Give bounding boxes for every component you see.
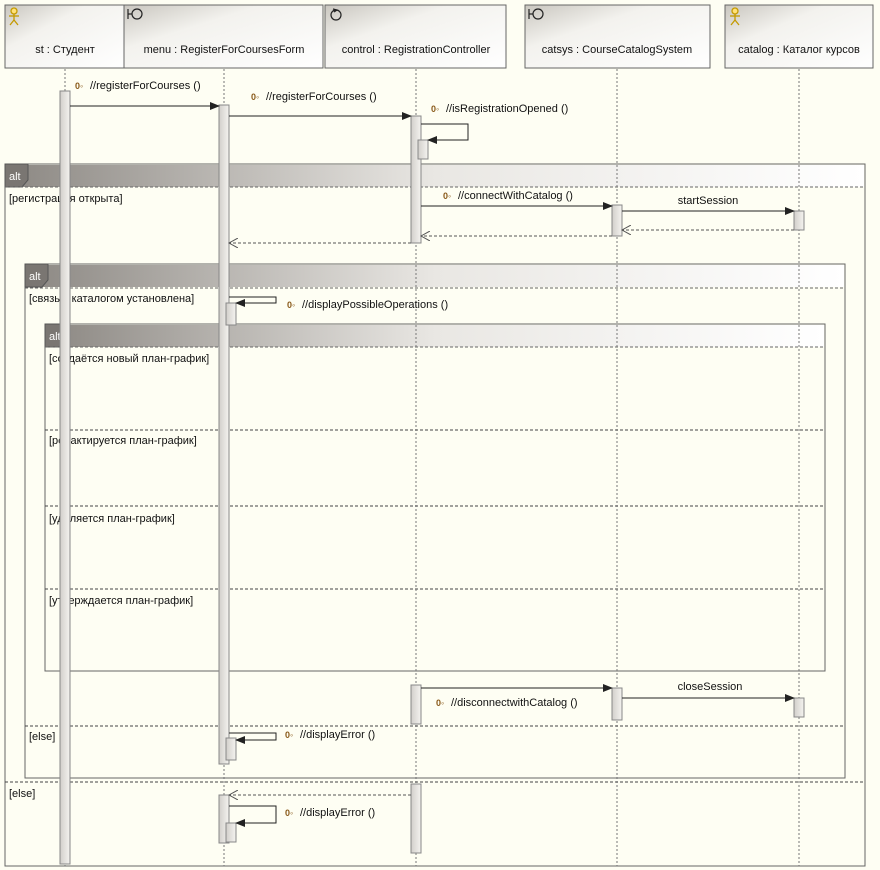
activation-catsys-1 [611,204,623,237]
operation-icon: 0◦ [285,808,293,818]
inner-alt-guard-1: [создаётся новый план-график] [49,353,209,365]
message-close-session[interactable]: closeSession [622,681,795,702]
lifeline-control-label: control : RegistrationController [342,44,491,56]
lifeline-st-label: st : Студент [35,44,95,56]
operation-icon: 0◦ [431,104,439,114]
activation-catalog-2 [793,697,805,718]
activation-catalog-1 [793,210,805,231]
lifeline-menu[interactable]: menu : RegisterForCoursesForm [123,4,324,69]
message-connect-with-catalog[interactable]: 0◦ //connectWithCatalog () [421,190,613,210]
message-is-registration-opened[interactable]: 0◦ //isRegistrationOpened () [421,103,568,144]
activation-st [59,90,71,865]
inner-alt-guard-2: [редактируется план-график] [49,435,197,447]
message-label: closeSession [678,681,743,693]
sequence-diagram: alt [регистрация открыта] [else] alt [св… [4,4,874,867]
message-label: //connectWithCatalog () [458,190,573,202]
message-label: //isRegistrationOpened () [446,103,568,115]
inner-alt-fragment: alt [создаётся новый план-график] [редак… [44,323,826,672]
activation-menu-1 [218,104,230,765]
operation-icon: 0◦ [436,698,444,708]
activation-control-2 [417,139,429,160]
lifeline-catsys[interactable]: catsys : CourseCatalogSystem [524,4,711,69]
message-label: //disconnectwithCatalog () [451,697,578,709]
message-label: //displayError () [300,729,375,741]
operation-icon: 0◦ [251,92,259,102]
messages: 0◦ //registerForCourses () 0◦ //register… [70,80,795,827]
activation-menu-3 [225,737,237,761]
message-display-error-1[interactable]: 0◦ //displayError () [229,729,375,744]
message-label: //displayPossibleOperations () [302,299,448,311]
activation-catsys-2 [611,687,623,721]
message-label: //registerForCourses () [266,91,377,103]
outer-alt-guard-2: [else] [9,788,35,800]
middle-alt-guard-1: [связь с каталогом установлена] [29,293,194,305]
inner-alt-guard-4: [утверждается план-график] [49,595,193,607]
lifeline-catalog[interactable]: catalog : Каталог курсов [724,4,874,69]
lifeline-lines [64,69,800,866]
outer-alt-operator: alt [9,171,21,183]
activation-control-1 [410,115,422,244]
message-label: //displayError () [300,807,375,819]
lifeline-catalog-label: catalog : Каталог курсов [738,44,860,56]
message-label: startSession [678,195,739,207]
activation-menu-5 [225,822,237,843]
operation-icon: 0◦ [443,191,451,201]
operation-icon: 0◦ [285,730,293,740]
lifeline-st[interactable]: st : Студент [4,4,125,69]
operation-icon: 0◦ [287,300,295,310]
message-register-st-menu[interactable]: 0◦ //registerForCourses () [70,80,220,110]
message-register-menu-control[interactable]: 0◦ //registerForCourses () [229,91,412,120]
message-disconnect-with-catalog[interactable]: 0◦ //disconnectwithCatalog () [421,684,613,709]
activation-menu-2 [225,302,237,326]
middle-alt-operator: alt [29,271,41,283]
activation-control-4 [410,783,422,854]
middle-alt-guard-2: [else] [29,731,55,743]
lifeline-menu-label: menu : RegisterForCoursesForm [144,44,305,56]
lifeline-catsys-label: catsys : CourseCatalogSystem [542,44,692,56]
message-label: //registerForCourses () [90,80,201,92]
activation-control-3 [410,684,422,725]
message-display-possible-operations[interactable]: 0◦ //displayPossibleOperations () [229,296,448,311]
operation-icon: 0◦ [75,81,83,91]
inner-alt-operator: alt [49,331,61,343]
message-start-session[interactable]: startSession [622,195,795,215]
message-display-error-2[interactable]: 0◦ //displayError () [229,805,375,827]
lifeline-control[interactable]: control : RegistrationController [324,4,507,69]
